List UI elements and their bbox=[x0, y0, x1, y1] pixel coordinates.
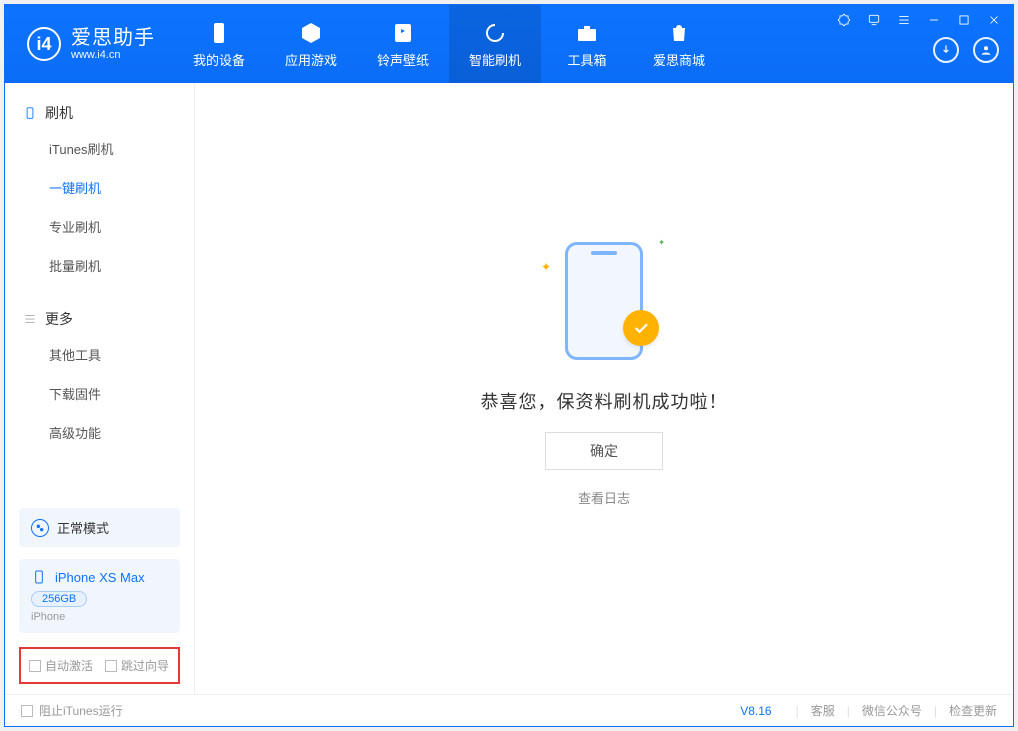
checkbox-auto-activate[interactable]: 自动激活 bbox=[29, 657, 93, 674]
brand-url: www.i4.cn bbox=[71, 49, 155, 61]
mode-label: 正常模式 bbox=[57, 518, 109, 537]
device-icon bbox=[206, 20, 232, 46]
device-storage-badge: 256GB bbox=[31, 591, 87, 607]
menu-icon[interactable] bbox=[895, 11, 913, 29]
download-button[interactable] bbox=[933, 37, 959, 63]
phone-outline-icon bbox=[23, 106, 37, 120]
main-content: ✦ ✦ 恭喜您，保资料刷机成功啦！ 确定 查看日志 bbox=[195, 83, 1013, 694]
nav-apps-games[interactable]: 应用游戏 bbox=[265, 5, 357, 83]
nav-label: 爱思商城 bbox=[653, 50, 705, 69]
body: 刷机 iTunes刷机 一键刷机 专业刷机 批量刷机 更多 其他工具 下载固件 … bbox=[5, 83, 1013, 694]
nav-smart-flash[interactable]: 智能刷机 bbox=[449, 5, 541, 83]
app-window: i4 爱思助手 www.i4.cn 我的设备 应用游戏 铃声壁纸 智能刷机 bbox=[4, 4, 1014, 727]
sidebar-item-one-click-flash[interactable]: 一键刷机 bbox=[5, 168, 194, 207]
sidebar: 刷机 iTunes刷机 一键刷机 专业刷机 批量刷机 更多 其他工具 下载固件 … bbox=[5, 83, 195, 694]
maximize-icon[interactable] bbox=[955, 11, 973, 29]
sparkle-icon: ✦ bbox=[541, 260, 551, 274]
checkbox-skip-guide[interactable]: 跳过向导 bbox=[105, 657, 169, 674]
section-label: 更多 bbox=[45, 309, 73, 329]
nav-my-device[interactable]: 我的设备 bbox=[173, 5, 265, 83]
skin-icon[interactable] bbox=[835, 11, 853, 29]
footer-right: V8.16 | 客服 | 微信公众号 | 检查更新 bbox=[740, 702, 997, 719]
close-icon[interactable] bbox=[985, 11, 1003, 29]
ok-button[interactable]: 确定 bbox=[545, 432, 663, 470]
toolbox-icon bbox=[574, 20, 600, 46]
success-message: 恭喜您，保资料刷机成功啦！ bbox=[481, 388, 728, 414]
nav-toolbox[interactable]: 工具箱 bbox=[541, 5, 633, 83]
logo-block[interactable]: i4 爱思助手 www.i4.cn bbox=[5, 27, 173, 61]
nav-ringtone-wallpaper[interactable]: 铃声壁纸 bbox=[357, 5, 449, 83]
list-icon bbox=[23, 312, 37, 326]
music-icon bbox=[390, 20, 416, 46]
checkbox-label: 跳过向导 bbox=[121, 657, 169, 674]
version-label: V8.16 bbox=[740, 704, 771, 718]
cube-icon bbox=[298, 20, 324, 46]
nav-label: 铃声壁纸 bbox=[377, 50, 429, 69]
sidebar-item-pro-flash[interactable]: 专业刷机 bbox=[5, 207, 194, 246]
account-button[interactable] bbox=[973, 37, 999, 63]
sidebar-item-itunes-flash[interactable]: iTunes刷机 bbox=[5, 129, 194, 168]
header-right bbox=[933, 37, 999, 63]
device-small-icon bbox=[31, 569, 47, 585]
logo-icon: i4 bbox=[27, 27, 61, 61]
nav-label: 智能刷机 bbox=[469, 50, 521, 69]
top-nav: 我的设备 应用游戏 铃声壁纸 智能刷机 工具箱 爱思商城 bbox=[173, 5, 725, 83]
sidebar-item-other-tools[interactable]: 其他工具 bbox=[5, 335, 194, 374]
nav-label: 工具箱 bbox=[567, 50, 606, 69]
sidebar-item-batch-flash[interactable]: 批量刷机 bbox=[5, 246, 194, 285]
nav-store[interactable]: 爱思商城 bbox=[633, 5, 725, 83]
refresh-icon bbox=[482, 20, 508, 46]
bag-icon bbox=[666, 20, 692, 46]
section-label: 刷机 bbox=[45, 103, 73, 123]
footer-bar: 阻止iTunes运行 V8.16 | 客服 | 微信公众号 | 检查更新 bbox=[5, 694, 1013, 726]
sidebar-heading-more: 更多 bbox=[5, 303, 194, 335]
checkbox-icon bbox=[29, 660, 41, 672]
highlighted-options-box: 自动激活 跳过向导 bbox=[19, 647, 180, 684]
minimize-icon[interactable] bbox=[925, 11, 943, 29]
device-card[interactable]: iPhone XS Max 256GB iPhone bbox=[19, 559, 180, 633]
checkbox-label: 自动激活 bbox=[45, 657, 93, 674]
wechat-link[interactable]: 微信公众号 bbox=[862, 702, 922, 719]
checkbox-icon bbox=[21, 705, 33, 717]
sidebar-item-download-firmware[interactable]: 下载固件 bbox=[5, 374, 194, 413]
header-bar: i4 爱思助手 www.i4.cn 我的设备 应用游戏 铃声壁纸 智能刷机 bbox=[5, 5, 1013, 83]
feedback-icon[interactable] bbox=[865, 11, 883, 29]
sidebar-item-advanced[interactable]: 高级功能 bbox=[5, 413, 194, 452]
device-type: iPhone bbox=[31, 611, 168, 623]
checkbox-block-itunes[interactable]: 阻止iTunes运行 bbox=[21, 702, 123, 719]
check-update-link[interactable]: 检查更新 bbox=[949, 702, 997, 719]
nav-label: 应用游戏 bbox=[285, 50, 337, 69]
mode-status-icon bbox=[31, 519, 49, 537]
sparkle-icon: ✦ bbox=[658, 238, 665, 247]
window-controls bbox=[835, 11, 1003, 29]
view-log-link[interactable]: 查看日志 bbox=[578, 488, 630, 507]
sidebar-heading-flash: 刷机 bbox=[5, 97, 194, 129]
nav-label: 我的设备 bbox=[193, 50, 245, 69]
brand-name: 爱思助手 bbox=[71, 27, 155, 49]
success-illustration: ✦ ✦ bbox=[539, 230, 669, 370]
checkmark-badge-icon bbox=[623, 310, 659, 346]
checkbox-label: 阻止iTunes运行 bbox=[39, 702, 123, 719]
checkbox-icon bbox=[105, 660, 117, 672]
device-name: iPhone XS Max bbox=[55, 570, 145, 585]
support-link[interactable]: 客服 bbox=[811, 702, 835, 719]
mode-card[interactable]: 正常模式 bbox=[19, 508, 180, 547]
